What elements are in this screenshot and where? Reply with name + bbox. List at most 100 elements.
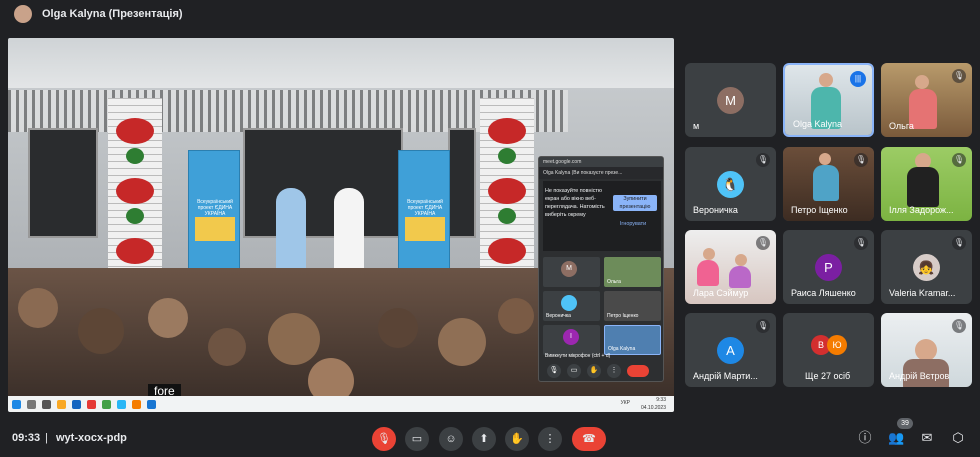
mic-off-icon: 🎙 [854,236,868,250]
participant-tile[interactable]: 👧 🎙 Valeria Kramar... [881,230,972,304]
mascot-performer [276,188,306,278]
participant-name: Ольга [889,121,914,131]
participant-tile[interactable]: ||| Olga Kalyna [783,63,874,137]
present-button[interactable]: ⬆ [472,427,496,451]
chrome-icon [102,399,111,409]
participant-tile[interactable]: 🎙 Андрій Вєтров [881,313,972,387]
mini-title: Olga Kalyna (Ви показуєте презе... [539,167,663,179]
mini-warning-text: Не показуйте повністю екран або вікно ве… [545,188,605,218]
more-participants-avatars: В Ю [811,335,847,363]
meet-mini-window: meet.google.com Olga Kalyna (Ви показуєт… [538,156,664,382]
school-window [28,128,98,238]
file-explorer-icon [57,399,66,409]
end-call-button[interactable]: ☎ [572,427,606,451]
chat-icon[interactable]: ✉ [919,430,935,446]
mic-off-icon: 🎙 [952,69,966,83]
ignore-button[interactable]: Ігнорувати [611,221,655,227]
more-options-button[interactable]: ⋮ [538,427,562,451]
participant-tile[interactable]: 🎙 Ольга [881,63,972,137]
stop-presenting-button[interactable]: Зупинити презентацію [613,195,657,211]
dancer-performer [334,188,364,278]
people-icon[interactable]: 👥 [888,430,904,446]
word-icon [147,399,156,409]
participant-tile[interactable]: 🎙 Лара Сэймур [685,230,776,304]
camera-button[interactable]: ▭ [405,427,429,451]
opera-icon [87,399,96,409]
mini-tile: Петро Іщенко [604,291,661,321]
mini-hand-icon[interactable]: ✋ [587,364,601,378]
participant-name: Петро Іщенко [791,205,848,215]
mini-tile: Olga Kalyna [604,325,661,355]
mini-end-call-button[interactable] [627,365,649,377]
presenter-avatar [14,5,32,23]
windows-start-icon [12,399,21,409]
store-icon [72,399,81,409]
avatar: 👧 [913,254,940,281]
meeting-code: wyt-xocx-pdp [56,432,127,444]
mic-off-button[interactable]: 🎙 [372,427,396,451]
participant-count-badge: 39 [897,418,913,429]
mic-off-icon: 🎙 [854,153,868,167]
mini-mic-icon[interactable]: 🎙 [547,364,561,378]
school-doors [243,128,403,238]
mini-controls: 🎙 ▭ ✋ ⋮ [543,362,661,380]
participant-name: Вероничка [693,205,738,215]
participant-name: Olga Kalyna [793,119,843,129]
event-banner-right: Всеукраїнський проект ЄДИНА УКРАЇНА [398,150,450,278]
taskbar-clock: 9:33 04.10.2023 [640,397,666,411]
mini-tile: І [543,325,600,355]
mic-off-icon: 🎙 [952,319,966,333]
mini-tile: Ольга [604,257,661,287]
mic-off-icon: 🎙 [952,236,966,250]
participant-name: Раиса Ляшенко [791,288,856,298]
avatar: А [717,337,744,364]
participant-tile[interactable]: А 🎙 Андрій Марти... [685,313,776,387]
participant-name: Андрій Вєтров [889,371,950,381]
participant-tile[interactable]: Р 🎙 Раиса Ляшенко [783,230,874,304]
mini-camera-icon[interactable]: ▭ [567,364,581,378]
participant-tile[interactable]: В Ю Ще 27 осіб [783,313,874,387]
meeting-separator: | [45,432,48,444]
avatar: М [717,87,744,114]
meeting-control-bar: 09:33 | wyt-xocx-pdp 🎙 ▭ ☺ ⬆ ✋ ⋮ ☎ ⓘ 👥 ✉… [0,420,980,457]
raise-hand-button[interactable]: ✋ [505,427,529,451]
participant-name: Valeria Kramar... [889,288,956,298]
emoji-button[interactable]: ☺ [439,427,463,451]
presenter-header: Olga Kalyna (Презентація) [0,0,980,28]
avatar: Р [815,254,842,281]
avatar: 🐧 [717,171,744,198]
participant-name: Ще 27 осіб [805,371,851,381]
mic-off-icon: 🎙 [756,236,770,250]
mini-mute-hint: Вимкнути мікрофон (ctrl + d) [545,353,611,359]
windows-taskbar: УКР 9:33 04.10.2023 [8,396,674,412]
mini-more-icon[interactable]: ⋮ [607,364,621,378]
event-banner-left: Всеукраїнський проект ЄДИНА УКРАЇНА [188,150,240,278]
school-window [448,128,476,238]
meeting-time: 09:33 [12,432,41,444]
mini-tile: Вероничка [543,291,600,321]
app-icon [132,399,141,409]
shared-screen: Всеукраїнський проект ЄДИНА УКРАЇНА Всеу… [8,38,674,412]
mini-url: meet.google.com [539,157,663,167]
mic-off-icon: 🎙 [952,153,966,167]
mini-tile: М [543,257,600,287]
participant-name: м [693,121,700,131]
participant-tile[interactable]: 🎙 Ілля Задорож... [881,147,972,221]
mic-off-icon: 🎙 [756,319,770,333]
activities-icon[interactable]: ⬡ [950,430,966,446]
task-view-icon [42,399,51,409]
edge-icon [117,399,126,409]
meeting-info-icon[interactable]: ⓘ [857,430,873,446]
participant-tile[interactable]: 🐧 🎙 Вероничка [685,147,776,221]
taskbar-language: УКР [620,400,630,406]
participant-tile[interactable]: 🎙 Петро Іщенко [783,147,874,221]
mini-warning-panel: Не показуйте повністю екран або вікно ве… [543,181,661,251]
search-icon [27,399,36,409]
presenter-title: Olga Kalyna (Презентація) [42,8,183,20]
mic-off-icon: 🎙 [756,153,770,167]
participant-name: Андрій Марти... [693,371,758,381]
participant-tile[interactable]: М м [685,63,776,137]
participant-name: Лара Сэймур [693,288,749,298]
participant-name: Ілля Задорож... [889,205,954,215]
speaking-indicator-icon: ||| [850,71,866,87]
